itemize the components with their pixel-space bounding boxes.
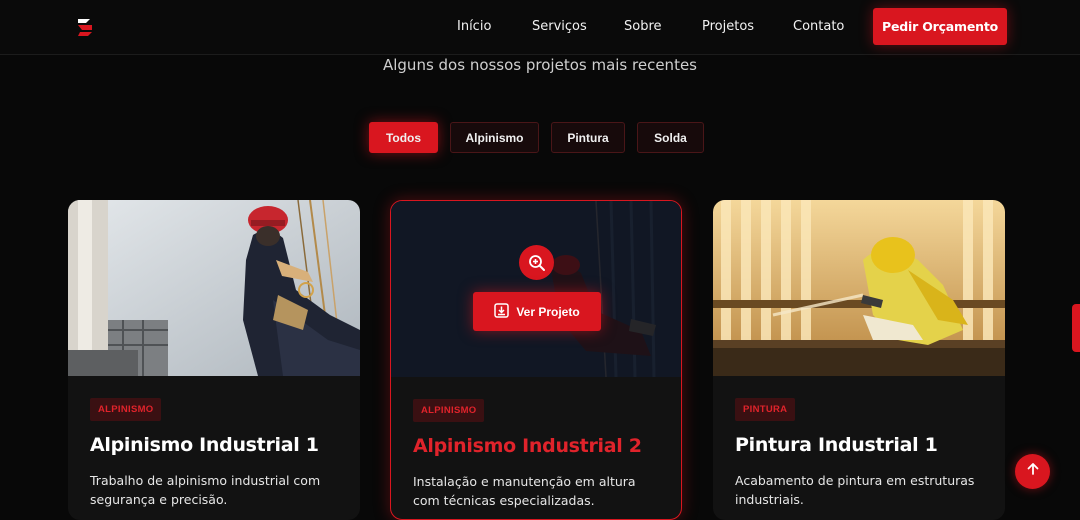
project-card-hovered[interactable]: Ver Projeto ALPINISMO Alpinismo Industri… (390, 200, 682, 520)
filter-alpinismo[interactable]: Alpinismo (450, 122, 539, 153)
filter-todos[interactable]: Todos (369, 122, 438, 153)
view-project-button[interactable]: Ver Projeto (473, 292, 601, 331)
project-card[interactable]: PINTURA Pintura Industrial 1 Acabamento … (713, 200, 1005, 520)
nav-link-contato[interactable]: Contato (793, 19, 844, 34)
filter-pintura[interactable]: Pintura (551, 122, 625, 153)
brand-logo-icon[interactable] (74, 16, 96, 38)
project-category-badge: ALPINISMO (90, 398, 162, 421)
image-hover-overlay (391, 201, 681, 377)
top-navbar: Início Serviços Sobre Projetos Contato P… (0, 0, 1080, 55)
filter-solda[interactable]: Solda (637, 122, 704, 153)
project-category-badge: PINTURA (735, 398, 796, 421)
project-category-badge: ALPINISMO (413, 399, 485, 422)
nav-link-inicio[interactable]: Início (457, 19, 491, 34)
side-floating-tab[interactable] (1072, 304, 1080, 352)
request-quote-button[interactable]: Pedir Orçamento (873, 8, 1007, 45)
project-title: Alpinismo Industrial 1 (90, 434, 319, 456)
project-description: Acabamento de pintura em estruturas indu… (735, 473, 975, 507)
project-title: Alpinismo Industrial 2 (413, 435, 642, 457)
project-description: Instalação e manutenção em altura com té… (413, 474, 636, 508)
project-image-industrial-painting (713, 200, 1005, 376)
nav-link-servicos[interactable]: Serviços (532, 19, 587, 34)
nav-link-projetos[interactable]: Projetos (702, 19, 754, 34)
project-card[interactable]: ALPINISMO Alpinismo Industrial 1 Trabalh… (68, 200, 360, 520)
project-description: Trabalho de alpinismo industrial com seg… (90, 473, 321, 507)
project-title: Pintura Industrial 1 (735, 434, 938, 456)
view-project-label: Ver Projeto (516, 304, 580, 319)
zoom-in-icon[interactable] (519, 245, 554, 280)
arrow-up-icon (1026, 462, 1040, 481)
scroll-to-top-button[interactable] (1015, 454, 1050, 489)
project-image-rope-access (68, 200, 360, 376)
section-subtitle: Alguns dos nossos projetos mais recentes (382, 56, 697, 74)
nav-link-sobre[interactable]: Sobre (624, 19, 662, 34)
download-box-icon (494, 302, 510, 321)
